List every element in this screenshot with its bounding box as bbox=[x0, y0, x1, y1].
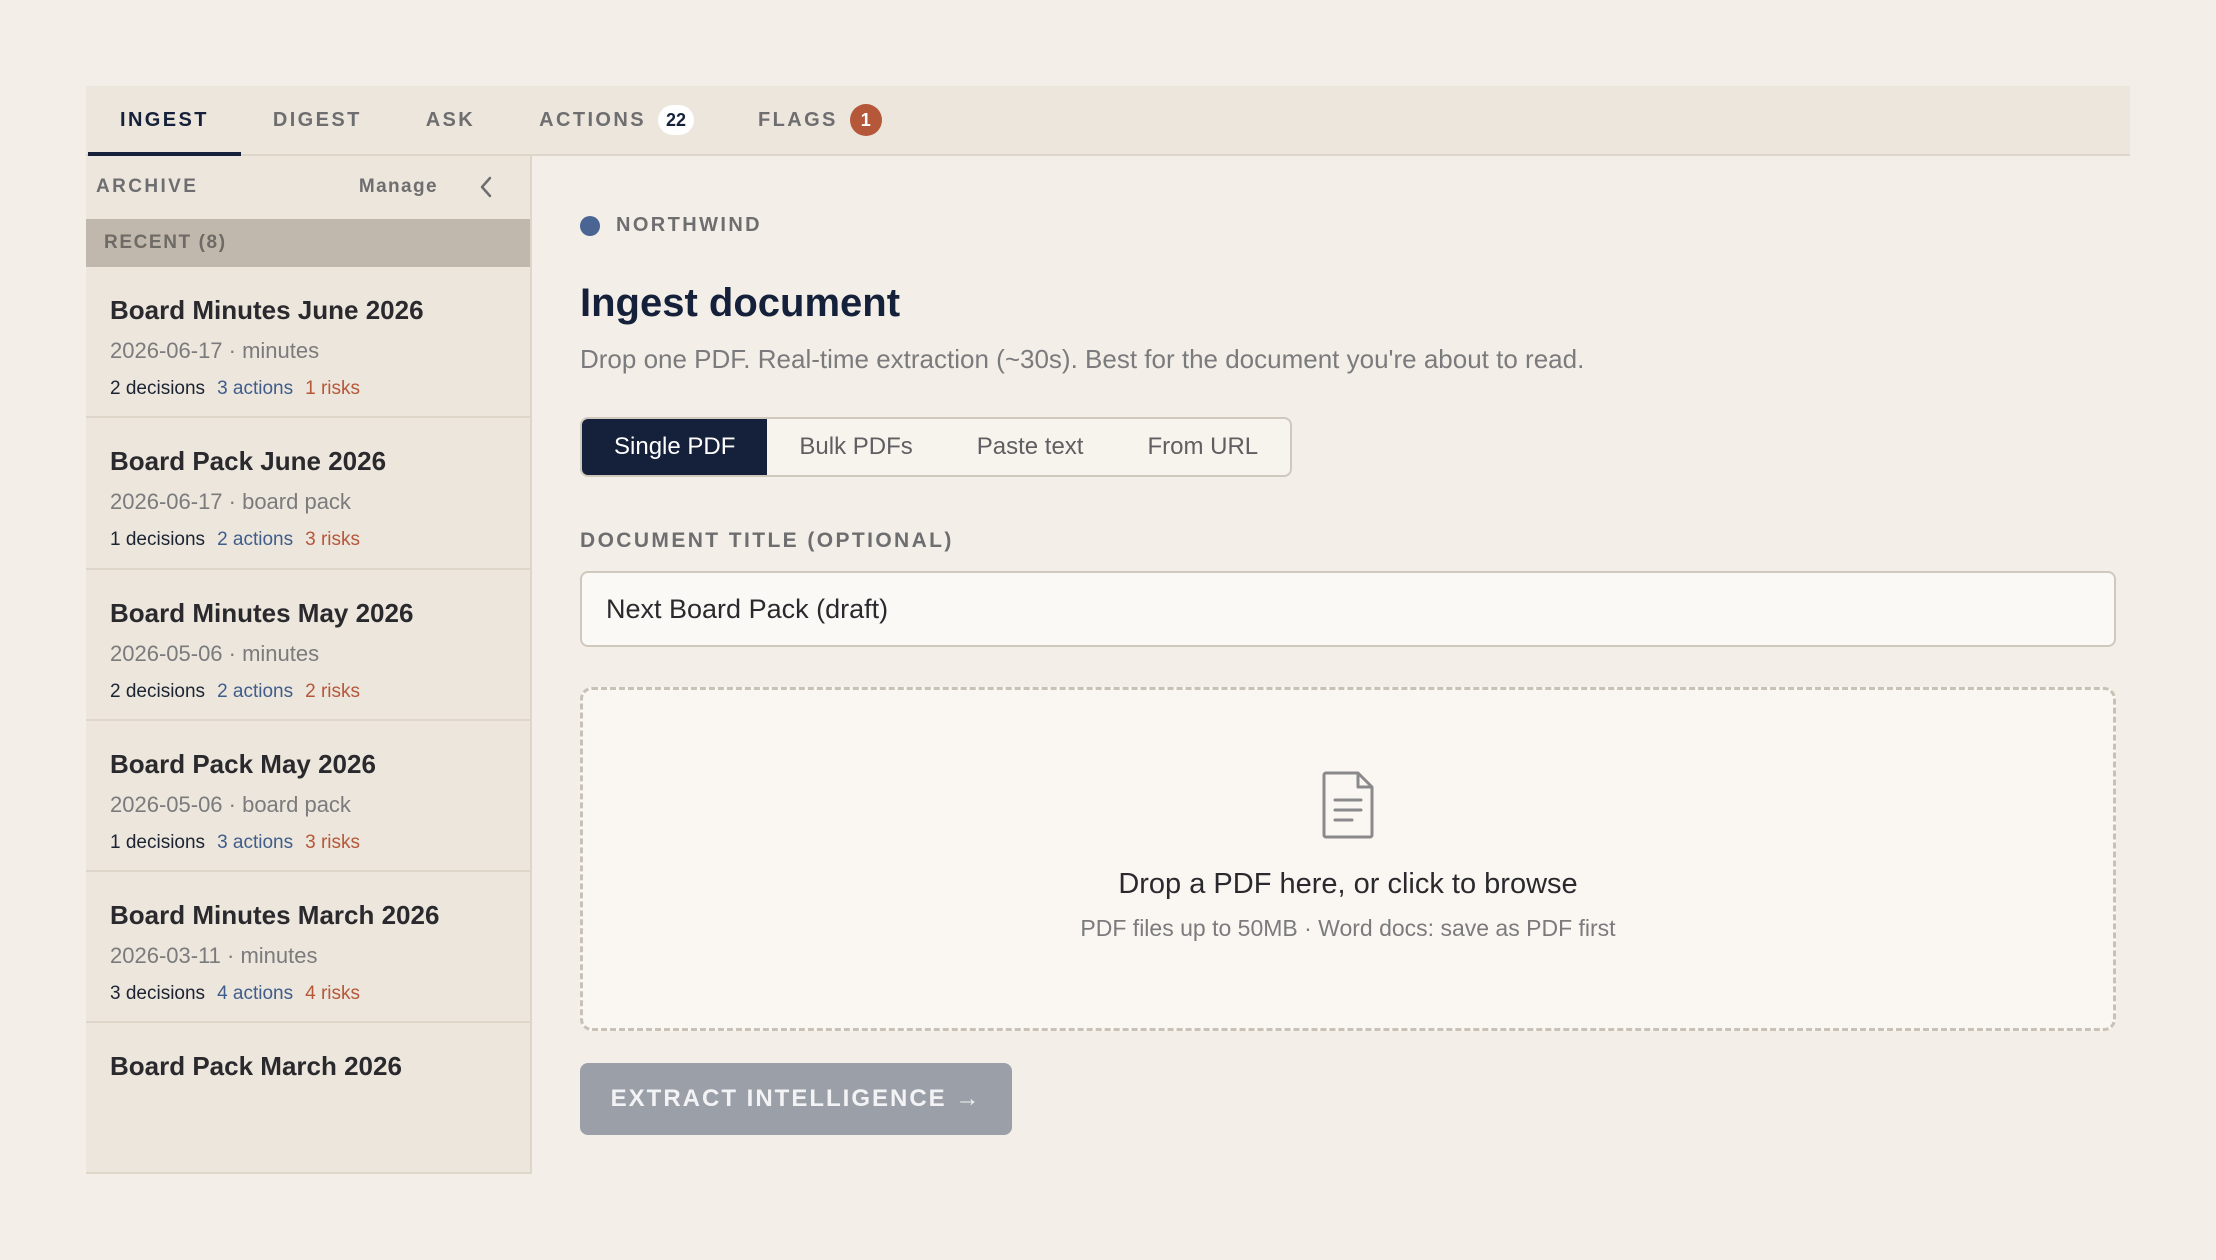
pdf-dropzone[interactable]: Drop a PDF here, or click to browse PDF … bbox=[580, 687, 2116, 1031]
document-list-item[interactable]: Board Pack June 2026 2026-06-17 · board … bbox=[86, 418, 530, 570]
document-title-field-wrapper bbox=[580, 571, 2116, 647]
ingest-mode-selector: Single PDF Bulk PDFs Paste text From URL bbox=[580, 417, 1293, 477]
mode-bulk-pdfs[interactable]: Bulk PDFs bbox=[767, 419, 944, 475]
actions-count: 2 actions bbox=[217, 529, 294, 551]
organization-label: NORTHWIND bbox=[580, 214, 2116, 237]
page-subtitle: Drop one PDF. Real-time extraction (~30s… bbox=[580, 344, 1585, 374]
flags-count-badge: 1 bbox=[849, 104, 882, 136]
main-tabs: INGEST DIGEST ASK ACTIONS 22 FLAGS 1 bbox=[86, 86, 2130, 156]
decisions-count: 2 decisions bbox=[110, 378, 206, 400]
chevron-left-icon bbox=[480, 177, 492, 198]
document-stats: 2 decisions 2 actions 2 risks bbox=[110, 681, 530, 703]
mode-from-url[interactable]: From URL bbox=[1115, 419, 1290, 475]
dropzone-title: Drop a PDF here, or click to browse bbox=[1118, 868, 1578, 900]
actions-count-badge: 22 bbox=[657, 105, 694, 135]
risks-count: 2 risks bbox=[305, 680, 361, 702]
document-meta: 2026-05-06 · board pack bbox=[110, 791, 351, 817]
decisions-count: 2 decisions bbox=[110, 680, 206, 702]
tab-actions-label: ACTIONS bbox=[539, 108, 646, 131]
document-title: Board Minutes May 2026 bbox=[110, 597, 414, 628]
document-stats: 3 decisions 4 actions 4 risks bbox=[110, 983, 530, 1005]
document-list-item[interactable]: Board Minutes March 2026 2026-03-11 · mi… bbox=[86, 872, 530, 1023]
document-title: Board Minutes March 2026 bbox=[110, 899, 440, 930]
collapse-sidebar-button[interactable] bbox=[468, 169, 504, 205]
document-icon bbox=[1322, 771, 1374, 839]
tab-digest[interactable]: DIGEST bbox=[241, 86, 394, 154]
tab-ask-label: ASK bbox=[425, 108, 476, 131]
risks-count: 3 risks bbox=[305, 529, 361, 551]
document-meta: 2026-06-17 · board pack bbox=[110, 489, 351, 515]
extract-intelligence-button[interactable]: EXTRACT INTELLIGENCE → bbox=[580, 1063, 1012, 1135]
risks-count: 4 risks bbox=[305, 982, 361, 1004]
tab-ask[interactable]: ASK bbox=[394, 86, 507, 154]
app-window: INGEST DIGEST ASK ACTIONS 22 FLAGS 1 ARC… bbox=[86, 86, 2130, 1174]
document-title: Board Pack March 2026 bbox=[110, 1050, 402, 1081]
manage-button[interactable]: Manage bbox=[359, 176, 438, 198]
mode-paste-text[interactable]: Paste text bbox=[945, 419, 1116, 475]
org-name: NORTHWIND bbox=[616, 214, 763, 236]
document-stats: 1 decisions 2 actions 3 risks bbox=[110, 529, 530, 551]
document-title-label: DOCUMENT TITLE (OPTIONAL) bbox=[580, 529, 954, 552]
decisions-count: 1 decisions bbox=[110, 529, 206, 551]
tab-actions[interactable]: ACTIONS 22 bbox=[507, 86, 726, 154]
actions-count: 2 actions bbox=[217, 680, 294, 702]
archive-title: ARCHIVE bbox=[96, 176, 199, 198]
actions-count: 3 actions bbox=[217, 831, 294, 853]
tab-ingest-label: INGEST bbox=[120, 108, 209, 131]
document-meta: 2026-06-17 · minutes bbox=[110, 338, 320, 364]
ingest-panel: NORTHWIND Ingest document Drop one PDF. … bbox=[532, 156, 2130, 1174]
actions-count: 3 actions bbox=[217, 378, 294, 400]
recent-group-label: RECENT (8) bbox=[104, 232, 227, 254]
document-title-input[interactable] bbox=[606, 593, 2090, 625]
document-title: Board Pack May 2026 bbox=[110, 748, 376, 779]
archive-header: ARCHIVE Manage bbox=[86, 156, 530, 219]
document-list-item[interactable]: Board Pack May 2026 2026-05-06 · board p… bbox=[86, 721, 530, 872]
document-meta: 2026-05-06 · minutes bbox=[110, 640, 320, 666]
document-list-item[interactable]: Board Minutes May 2026 2026-05-06 · minu… bbox=[86, 570, 530, 721]
actions-count: 4 actions bbox=[217, 982, 294, 1004]
document-list-item[interactable]: Board Pack March 2026 bbox=[86, 1023, 530, 1174]
document-title: Board Minutes June 2026 bbox=[110, 295, 424, 326]
recent-group-header[interactable]: RECENT (8) bbox=[86, 218, 530, 268]
archive-sidebar: ARCHIVE Manage RECENT (8) Board Minutes … bbox=[86, 156, 532, 1174]
page-title: Ingest document bbox=[580, 281, 901, 325]
risks-count: 1 risks bbox=[305, 378, 361, 400]
document-stats: 1 decisions 3 actions 3 risks bbox=[110, 832, 530, 854]
tab-flags[interactable]: FLAGS 1 bbox=[726, 86, 914, 154]
risks-count: 3 risks bbox=[305, 831, 361, 853]
mode-single-pdf[interactable]: Single PDF bbox=[582, 419, 768, 475]
decisions-count: 3 decisions bbox=[110, 982, 206, 1004]
tab-digest-label: DIGEST bbox=[272, 108, 362, 131]
org-status-dot bbox=[580, 215, 600, 236]
dropzone-subtitle: PDF files up to 50MB · Word docs: save a… bbox=[1080, 915, 1616, 941]
document-stats: 2 decisions 3 actions 1 risks bbox=[110, 378, 530, 400]
document-title: Board Pack June 2026 bbox=[110, 446, 387, 477]
tab-ingest[interactable]: INGEST bbox=[88, 86, 241, 156]
document-list-item[interactable]: Board Minutes June 2026 2026-06-17 · min… bbox=[86, 267, 530, 419]
decisions-count: 1 decisions bbox=[110, 831, 206, 853]
tab-flags-label: FLAGS bbox=[758, 108, 838, 131]
document-meta: 2026-03-11 · minutes bbox=[110, 942, 318, 968]
